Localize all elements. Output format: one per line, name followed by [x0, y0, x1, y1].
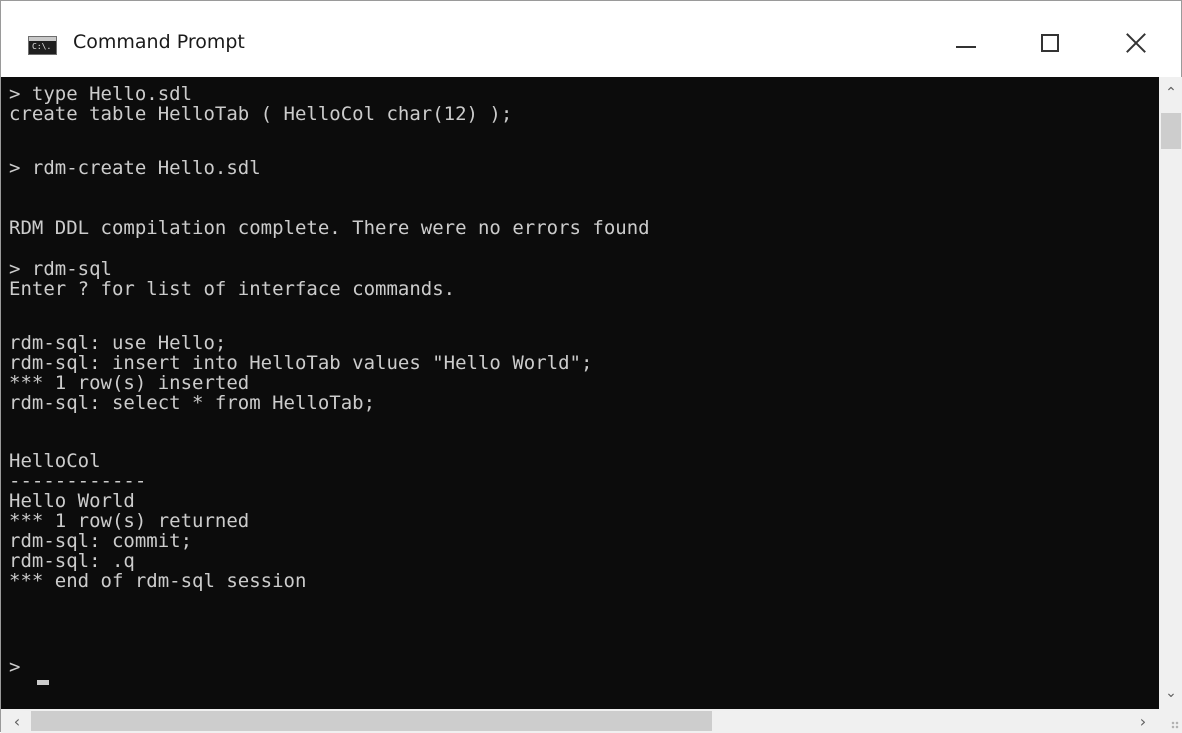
cmd-icon-bar	[29, 37, 56, 41]
scroll-down-arrow-icon[interactable]: ⌄	[1159, 681, 1182, 705]
scroll-up-arrow-icon[interactable]: ⌃	[1159, 81, 1182, 105]
cmd-icon[interactable]: C:\.	[28, 36, 57, 55]
maximize-icon	[1041, 34, 1059, 52]
console-line: *** 1 row(s) inserted	[9, 372, 250, 394]
console-line: HelloCol	[9, 450, 101, 472]
console-line: >	[9, 656, 21, 678]
close-icon	[1126, 33, 1146, 53]
vertical-scrollbar[interactable]: ⌃ ⌄	[1159, 77, 1182, 709]
console-line: Hello World	[9, 490, 135, 512]
close-button[interactable]	[1106, 15, 1166, 71]
console-line: *** end of rdm-sql session	[9, 570, 307, 592]
resize-grip-icon[interactable]	[1171, 721, 1179, 729]
horizontal-scrollbar[interactable]: ‹ ›	[1, 709, 1159, 733]
command-prompt-window: C:\. Command Prompt > type Hello.sdl crea…	[0, 0, 1182, 733]
resize-corner[interactable]	[1159, 709, 1182, 733]
maximize-button[interactable]	[1020, 15, 1080, 71]
console-line: > type Hello.sdl	[9, 83, 193, 105]
console-line: Enter ? for list of interface commands.	[9, 278, 456, 300]
console-output[interactable]: > type Hello.sdl create table HelloTab ( …	[1, 77, 1159, 709]
horizontal-scroll-thumb[interactable]	[31, 711, 712, 731]
console-line: rdm-sql: select * from HelloTab;	[9, 392, 376, 414]
console-line: rdm-sql: commit;	[9, 530, 193, 552]
vertical-scroll-thumb[interactable]	[1161, 113, 1181, 149]
console-line: RDM DDL compilation complete. There were…	[9, 217, 650, 239]
console-line: rdm-sql: insert into HelloTab values "He…	[9, 352, 593, 374]
title-bar[interactable]: C:\. Command Prompt	[1, 1, 1181, 77]
minimize-button[interactable]	[936, 15, 996, 71]
console-line: > rdm-sql	[9, 258, 112, 280]
scroll-right-arrow-icon[interactable]: ›	[1131, 709, 1155, 733]
cmd-icon-text: C:\.	[32, 42, 52, 51]
scroll-left-arrow-icon[interactable]: ‹	[5, 709, 29, 733]
window-title: Command Prompt	[73, 31, 245, 53]
console-line: rdm-sql: .q	[9, 550, 135, 572]
console-line: > rdm-create Hello.sdl	[9, 157, 261, 179]
minimize-icon	[956, 46, 976, 48]
text-cursor	[37, 680, 49, 685]
console-line: rdm-sql: use Hello;	[9, 332, 227, 354]
console-line: ------------	[9, 470, 147, 492]
console-line: create table HelloTab ( HelloCol char(12…	[9, 103, 513, 125]
console-line: *** 1 row(s) returned	[9, 510, 250, 532]
